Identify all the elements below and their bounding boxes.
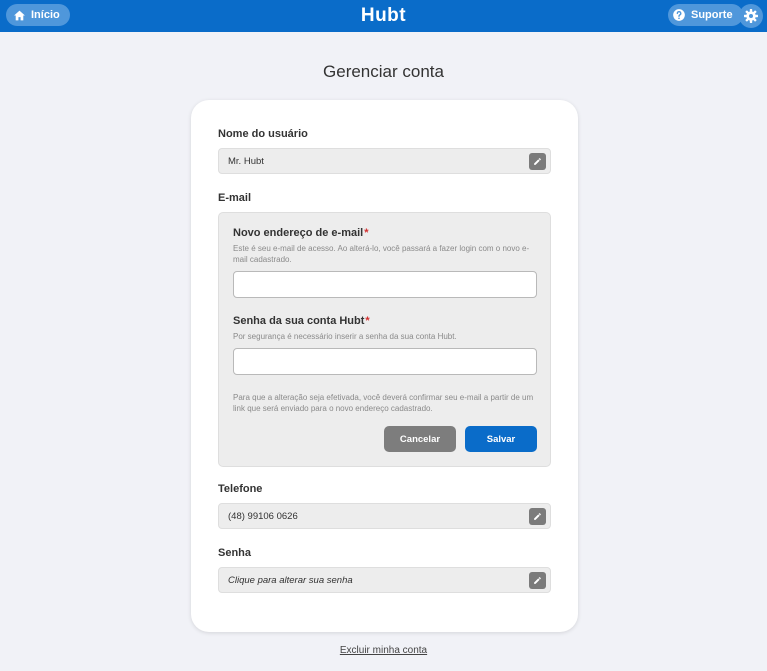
delete-account-row: Excluir minha conta (0, 645, 767, 656)
hubt-password-label: Senha da sua conta Hubt* (233, 315, 370, 327)
edit-password-button[interactable] (529, 572, 546, 589)
hubt-password-label-text: Senha da sua conta Hubt (233, 315, 365, 327)
gear-icon (744, 9, 758, 23)
email-label: E-mail (218, 192, 252, 204)
hubt-password-help: Por segurança é necessário inserir a sen… (233, 332, 457, 341)
edit-phone-button[interactable] (529, 508, 546, 525)
pencil-icon (534, 513, 541, 520)
hubt-password-input[interactable] (233, 348, 537, 375)
email-change-form: Novo endereço de e-mail* Este é seu e-ma… (218, 212, 551, 467)
phone-value: (48) 99106 0626 (228, 510, 298, 522)
password-label: Senha (218, 547, 252, 559)
account-card: Nome do usuário Mr. Hubt E-mail Novo end… (191, 100, 578, 632)
delete-account-link[interactable]: Excluir minha conta (340, 645, 427, 656)
help-icon (673, 9, 685, 21)
edit-username-button[interactable] (529, 153, 546, 170)
required-mark: * (364, 227, 369, 239)
password-placeholder: Clique para alterar sua senha (228, 574, 353, 586)
phone-label: Telefone (218, 483, 263, 495)
username-value: Mr. Hubt (228, 155, 264, 167)
required-mark: * (365, 315, 370, 327)
password-field[interactable]: Clique para alterar sua senha (218, 567, 551, 593)
email-change-notice: Para que a alteração seja efetivada, voc… (233, 393, 534, 413)
pencil-icon (534, 158, 541, 165)
save-button[interactable]: Salvar (465, 426, 537, 452)
pencil-icon (534, 577, 541, 584)
app-logo: Hubt (360, 5, 407, 26)
new-email-label-text: Novo endereço de e-mail (233, 227, 364, 239)
new-email-label: Novo endereço de e-mail* (233, 227, 369, 239)
settings-button[interactable] (739, 4, 763, 28)
new-email-help: Este é seu e-mail de acesso. Ao alterá-l… (233, 244, 530, 264)
page-title: Gerenciar conta (323, 62, 444, 81)
username-label: Nome do usuário (218, 128, 308, 140)
username-field: Mr. Hubt (218, 148, 551, 174)
support-label: Suporte (691, 9, 733, 21)
support-button[interactable]: Suporte (668, 4, 743, 26)
new-email-input[interactable] (233, 271, 537, 298)
top-bar: Início Hubt Suporte (0, 0, 767, 32)
phone-field: (48) 99106 0626 (218, 503, 551, 529)
cancel-button[interactable]: Cancelar (384, 426, 456, 452)
